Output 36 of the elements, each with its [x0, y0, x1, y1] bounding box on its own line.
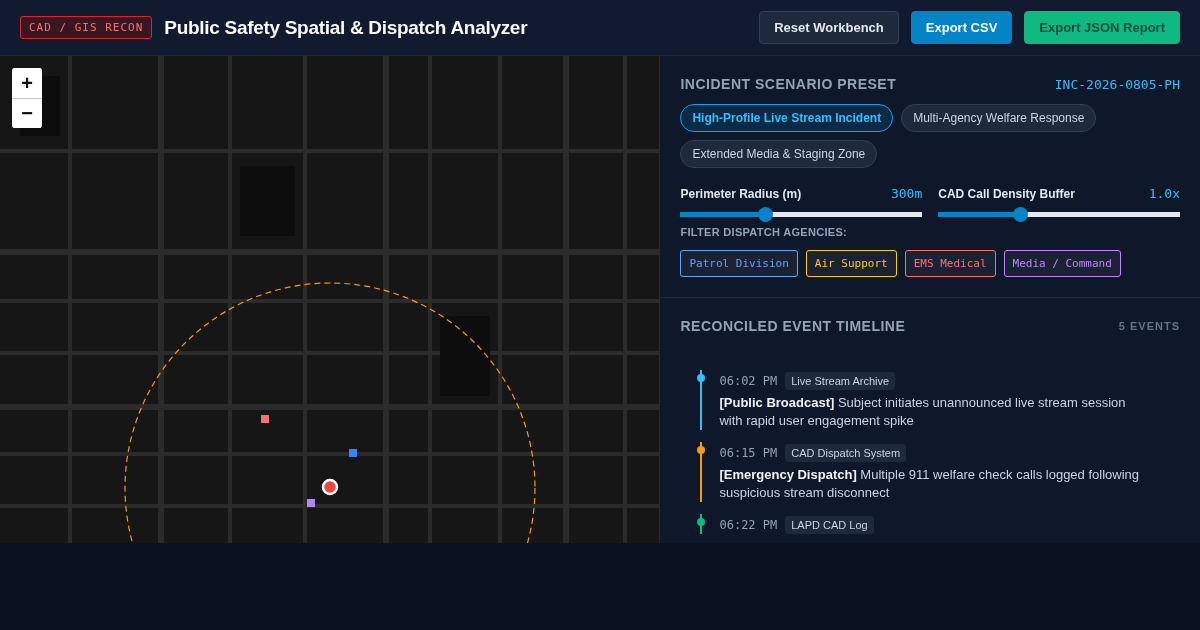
- incident-marker[interactable]: [349, 449, 357, 457]
- slider-label: CAD Call Density Buffer: [938, 186, 1075, 201]
- incident-marker[interactable]: [261, 415, 269, 423]
- preset-chip[interactable]: Extended Media & Staging Zone: [680, 140, 878, 168]
- center-marker[interactable]: [321, 478, 339, 496]
- agency-tag[interactable]: Air Support: [805, 250, 897, 277]
- preset-chip[interactable]: High-Profile Live Stream Incident: [680, 104, 894, 132]
- agency-tag[interactable]: Media / Command: [1003, 250, 1121, 277]
- event-time: 06:02 PM: [719, 374, 778, 388]
- slider-label: Perimeter Radius (m): [680, 186, 802, 201]
- slider-thumb[interactable]: [758, 207, 774, 222]
- incident-marker[interactable]: [307, 499, 315, 507]
- section-title: RECONCILED EVENT TIMELINE: [680, 318, 906, 334]
- header-button[interactable]: Export JSON Report: [1024, 11, 1180, 44]
- app-title: Public Safety Spatial & Dispatch Analyzer: [164, 16, 529, 39]
- slider-thumb[interactable]: [1013, 207, 1029, 222]
- agency-tag[interactable]: EMS Medical: [904, 250, 996, 277]
- event-source: Live Stream Archive: [785, 372, 896, 390]
- zoom-out-button[interactable]: −: [12, 98, 42, 128]
- event-text: [Public Broadcast] Subject initiates unannounced live stream session with rapid user engagement spike: [719, 394, 1127, 430]
- event-time: 06:15 PM: [719, 446, 778, 460]
- event-source: LAPD CAD Log: [785, 516, 874, 534]
- header-button[interactable]: Reset Workbench: [759, 11, 899, 44]
- filter-label: FILTER DISPATCH AGENCIES:: [680, 226, 849, 238]
- event-count: 5 EVENTS: [1118, 320, 1180, 332]
- app-badge: CAD / GIS RECON: [20, 16, 153, 39]
- section-title: INCIDENT SCENARIO PRESET: [680, 76, 897, 92]
- slider-reading: 1.0x: [1148, 186, 1180, 201]
- event-time: 06:22 PM: [719, 518, 778, 532]
- header-button[interactable]: Export CSV: [910, 11, 1013, 44]
- slider-reading: 300m: [890, 186, 923, 201]
- event-text: [Emergency Dispatch] Multiple 911 welfare check calls logged following suspicious stream disconnect: [719, 466, 1141, 502]
- agency-tag[interactable]: Patrol Division: [680, 250, 798, 277]
- incident-id: INC-2026-0805-PH: [1054, 76, 1180, 92]
- preset-chip[interactable]: Multi-Agency Welfare Response: [901, 104, 1097, 132]
- event-source: CAD Dispatch System: [785, 444, 907, 462]
